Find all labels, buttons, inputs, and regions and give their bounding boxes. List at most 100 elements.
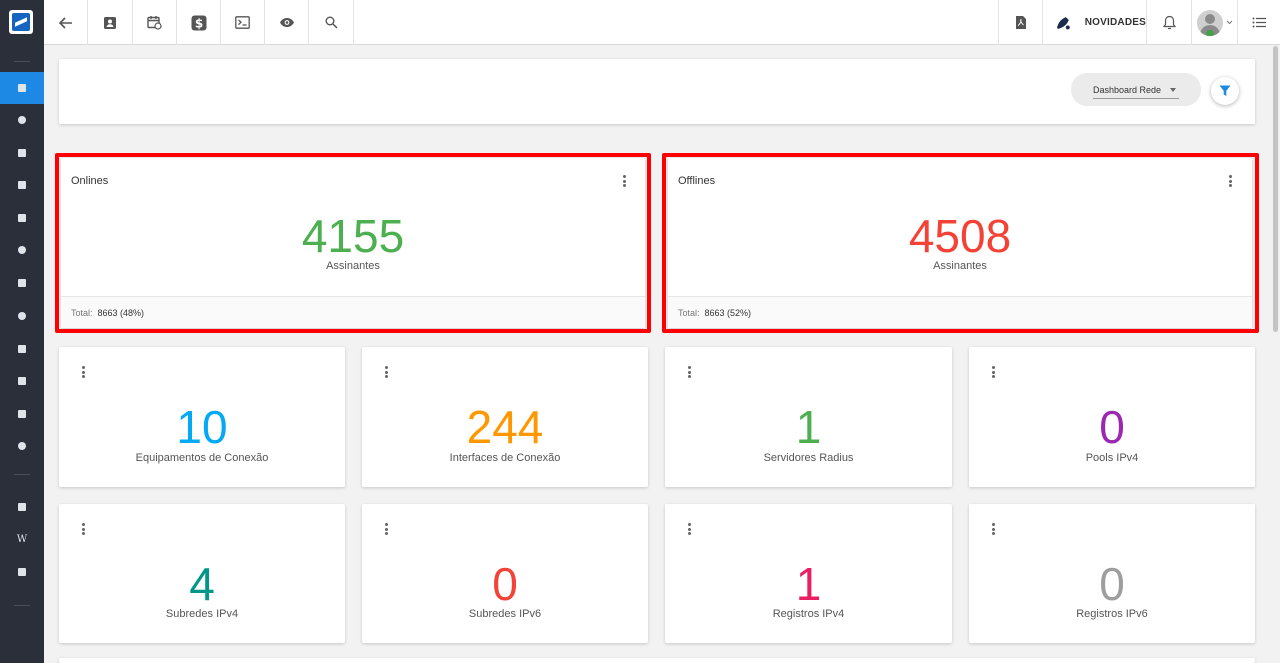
card-value: 1 [795,401,822,453]
list-menu-button[interactable] [1237,0,1280,45]
card-value: 0 [1099,558,1125,610]
card-label: Subredes IPv4 [165,608,239,620]
more-options-icon[interactable] [380,522,392,536]
dashboard-select-value: Dashboard Rede [1093,84,1162,95]
back-button[interactable] [44,0,88,45]
sidebar-item-servers[interactable] [0,365,44,397]
app-logo[interactable] [9,10,33,34]
sidebar-item-reports[interactable] [0,398,44,430]
pdf-icon [1015,16,1026,29]
card-label: Equipamentos de Conexão [135,452,269,464]
equipamentos-card: 10 Equipamentos de Conexão [59,347,345,487]
registros-ipv6-card: 0 Registros IPv6 [969,504,1255,643]
interfaces-card: 244 Interfaces de Conexão [362,347,648,487]
card-value: 244 [466,401,544,453]
list-icon [1252,17,1266,28]
more-options-icon[interactable] [380,365,392,379]
sidebar-item-chat[interactable] [0,556,44,588]
search-icon [325,16,338,29]
more-options-icon[interactable] [683,365,695,379]
sidebar-item-network[interactable] [0,104,44,136]
view-button[interactable] [265,0,309,45]
sidebar-divider [14,605,30,606]
sidebar: W [0,0,44,663]
video-icon [18,503,26,511]
file-icon [18,410,26,418]
more-options-icon[interactable] [987,522,999,536]
contacts-button[interactable] [88,0,133,45]
finance-button[interactable]: $ [177,0,221,45]
subredes-ipv6-card: 0 Subredes IPv6 [362,504,648,643]
sidebar-item-location[interactable] [0,300,44,332]
caret-down-icon [1170,88,1176,92]
subredes-ipv4-card: 4 Subredes IPv4 [59,504,345,643]
filter-icon [1219,85,1231,96]
user-menu-button[interactable] [1191,0,1237,45]
server-icon [18,377,26,385]
card-label: Subredes IPv6 [468,608,542,620]
card-value: 1 [795,558,822,610]
highlight-frame [662,153,1259,333]
terminal-button[interactable] [221,0,265,45]
card-label: Pools IPv4 [1085,452,1139,464]
card-label: Registros IPv6 [1076,608,1148,620]
bell-icon [1162,15,1176,30]
card-value: 4 [189,558,215,610]
chevron-down-icon [1226,20,1232,25]
notifications-button[interactable] [1146,0,1191,45]
card-label: Servidores Radius [763,452,854,464]
sidebar-item-wiki[interactable]: W [0,523,44,555]
chat-icon [18,568,26,576]
eye-icon [279,18,294,27]
board-icon [18,181,26,189]
card-value: 0 [492,558,518,610]
dashboard-select[interactable]: Dashboard Rede [1071,73,1201,106]
contact-card-icon [104,16,116,29]
schedule-button[interactable] [133,0,177,45]
sidebar-divider [14,61,30,62]
more-options-icon[interactable] [77,365,89,379]
scrollbar-thumb[interactable] [1273,46,1278,332]
dollar-icon: $ [191,15,206,30]
search-button[interactable] [309,0,354,45]
money-icon [18,279,26,287]
map-pin-icon [18,312,26,320]
terminal-icon [235,16,250,29]
select-underline [1093,98,1179,99]
arrow-left-icon [58,16,72,29]
servidores-radius-card: 1 Servidores Radius [665,347,952,487]
network-icon [18,116,26,124]
more-options-icon[interactable] [77,522,89,536]
more-options-icon[interactable] [683,522,695,536]
sidebar-item-documents[interactable] [0,333,44,365]
next-card-edge [59,658,1255,663]
sidebar-item-inventory[interactable] [0,234,44,266]
sidebar-item-finance[interactable] [0,267,44,299]
sidebar-item-board[interactable] [0,169,44,201]
contact-icon [18,149,26,157]
registros-ipv4-card: 1 Registros IPv4 [665,504,952,643]
document-icon [18,345,26,353]
highlight-frame [55,153,651,333]
sidebar-item-video[interactable] [0,491,44,523]
gear-icon [18,442,26,450]
sidebar-item-dashboard[interactable] [0,72,44,104]
pools-ipv4-card: 0 Pools IPv4 [969,347,1255,487]
avatar [1196,9,1223,36]
sidebar-item-contacts[interactable] [0,137,44,169]
pdf-button[interactable] [998,0,1042,45]
novidades-button[interactable]: NOVIDADES [1042,0,1146,45]
card-label: Registros IPv4 [772,608,845,620]
dashboard-icon [18,84,26,92]
filter-button[interactable] [1211,77,1239,105]
card-value: 10 [176,401,228,453]
sidebar-item-settings[interactable] [0,430,44,462]
sidebar-item-schedule[interactable] [0,202,44,234]
sidebar-divider [14,474,30,475]
novidades-label: NOVIDADES [1084,17,1146,28]
svg-text:$: $ [194,16,202,30]
top-bar: $ NOVIDADES [44,0,1280,45]
dashboard-filter-bar: Dashboard Rede [59,59,1255,124]
more-options-icon[interactable] [987,365,999,379]
calendar-icon [18,214,26,222]
